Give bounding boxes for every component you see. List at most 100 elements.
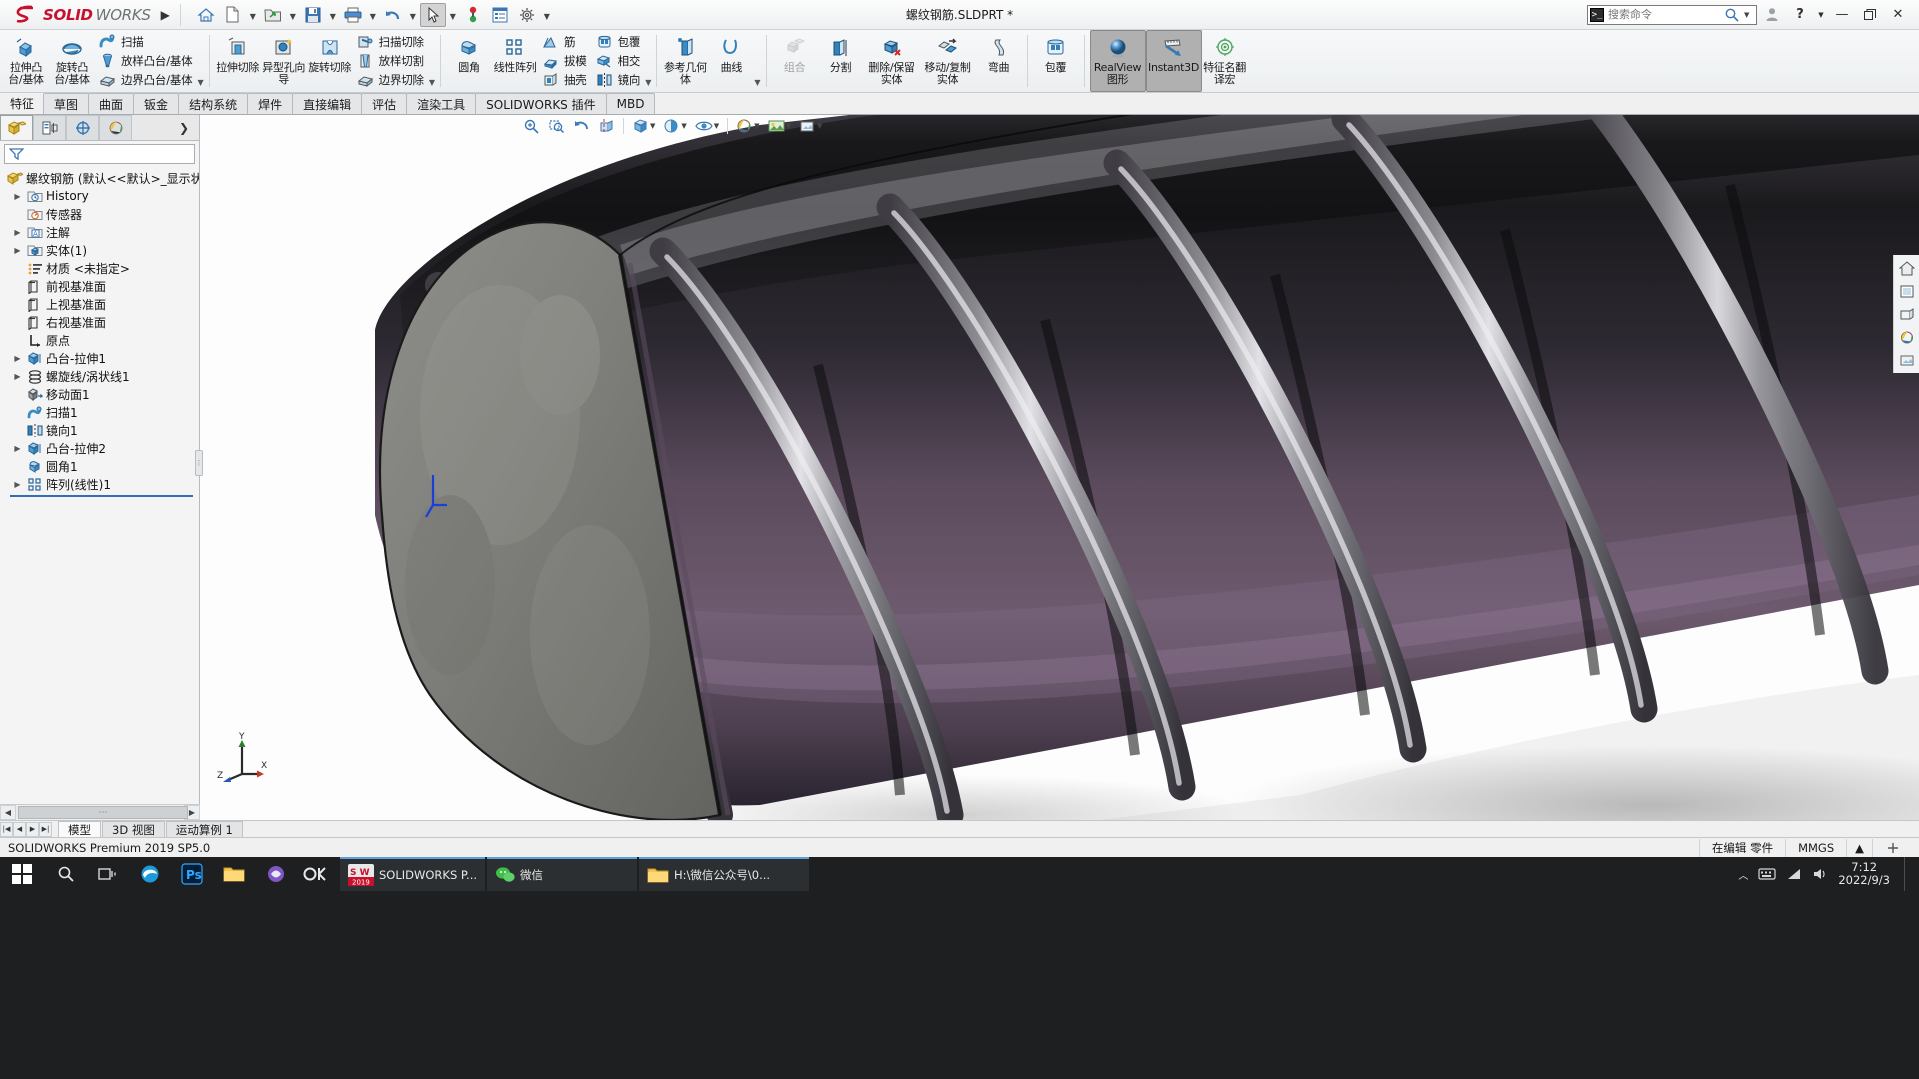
new-doc-icon[interactable] — [220, 3, 246, 27]
start-button[interactable] — [0, 857, 44, 891]
undo-icon[interactable] — [380, 3, 406, 27]
extrude-boss-button[interactable]: 拉伸凸台/基体 — [3, 30, 49, 92]
task-view-icon[interactable] — [88, 857, 128, 891]
combine-button[interactable]: 组合 — [772, 30, 818, 92]
revolve-cut-button[interactable]: 旋转切除 — [307, 30, 353, 92]
tree-item-annotations[interactable]: ▶ A 注解 — [4, 223, 199, 241]
expand-arrow-icon[interactable]: ▶ — [12, 228, 23, 237]
draft-button[interactable]: 拔模 — [538, 51, 592, 70]
tab-features[interactable]: 特征 — [0, 93, 44, 114]
explorer-icon[interactable] — [214, 857, 254, 891]
view-appearance-icon[interactable] — [1896, 326, 1918, 348]
home-icon[interactable] — [193, 3, 219, 27]
search-box[interactable]: >_ ▼ — [1587, 4, 1757, 25]
view-plane-icon[interactable] — [1896, 303, 1918, 325]
tab-mbd[interactable]: MBD — [605, 93, 656, 114]
minimize-button[interactable]: — — [1829, 4, 1855, 26]
print-icon[interactable] — [340, 3, 366, 27]
open-caret[interactable]: ▼ — [287, 3, 299, 27]
hole-wizard-button[interactable]: 异型孔向导 — [261, 30, 307, 92]
restore-button[interactable] — [1857, 4, 1883, 26]
hide-show-caret[interactable]: ▼ — [714, 122, 719, 130]
close-button[interactable]: ✕ — [1885, 4, 1911, 26]
configuration-manager-tab[interactable] — [66, 115, 99, 140]
tab-sheet-metal[interactable]: 钣金 — [133, 93, 180, 114]
tree-item-sensors[interactable]: 传感器 — [4, 205, 199, 223]
expand-arrow-icon[interactable]: ▶ — [12, 354, 23, 363]
bottom-tab-motion-study[interactable]: 运动算例 1 — [165, 821, 243, 837]
select-cursor-icon[interactable] — [419, 2, 446, 27]
feature-manager-tab[interactable] — [0, 115, 33, 140]
wechat-taskbar-item[interactable]: 微信 — [487, 857, 638, 891]
panel-expand-arrow[interactable]: ❯ — [179, 121, 199, 140]
rib-button[interactable]: 筋 — [538, 32, 592, 51]
explorer-taskbar-item[interactable]: H:\微信公众号\0... — [639, 857, 810, 891]
view-home-icon[interactable] — [1896, 257, 1918, 279]
view-orientation-caret[interactable]: ▼ — [650, 122, 655, 130]
graphics-viewport[interactable]: ▼ ▼ ▼ ▼ ▼ ▼ Y X Z — [200, 115, 1919, 820]
tree-item-extrude1[interactable]: ▶ 凸台-拉伸1 — [4, 349, 199, 367]
scroll-track[interactable]: ⋯ — [16, 806, 188, 819]
tab-evaluate[interactable]: 评估 — [361, 93, 408, 114]
display-style-icon[interactable]: ▼ — [660, 116, 689, 136]
move-copy-body-button[interactable]: 移动/复制实体 — [920, 30, 976, 92]
loft-cut-button[interactable]: 放样切割 — [353, 51, 429, 70]
solidworks-taskbar-item[interactable]: S W 2019 SOLIDWORKS P... — [340, 857, 486, 891]
mirror-button[interactable]: 镜向 — [592, 70, 646, 89]
expand-arrow-icon[interactable]: ▶ — [12, 246, 23, 255]
section-view-icon[interactable] — [595, 116, 618, 136]
save-icon[interactable] — [300, 3, 326, 27]
photoshop-icon[interactable]: Ps — [172, 857, 212, 891]
file-properties-icon[interactable] — [487, 3, 513, 27]
tab-weldments[interactable]: 焊件 — [247, 93, 294, 114]
print-caret[interactable]: ▼ — [367, 3, 379, 27]
loft-boss-button[interactable]: 放样凸台/基体 — [95, 51, 197, 70]
scroll-thumb[interactable]: ⋯ — [18, 806, 188, 819]
tree-item-top-plane[interactable]: 上视基准面 — [4, 295, 199, 313]
tabs-prev-button[interactable]: ◀ — [13, 821, 26, 837]
tab-render-tools[interactable]: 渲染工具 — [406, 93, 477, 114]
tree-item-history[interactable]: ▶ History — [4, 187, 199, 205]
open-folder-icon[interactable] — [260, 3, 286, 27]
bottom-tab-3dviews[interactable]: 3D 视图 — [102, 821, 165, 837]
zoom-to-area-icon[interactable] — [545, 116, 568, 136]
hide-show-items-icon[interactable]: ▼ — [692, 116, 722, 136]
help-caret[interactable]: ▼ — [1815, 4, 1827, 26]
edit-appearance-caret[interactable]: ▼ — [754, 122, 759, 130]
delete-keep-body-button[interactable]: 删除/保留实体 — [864, 30, 920, 92]
features-dropdown-caret[interactable]: ▼ — [645, 76, 651, 88]
reference-geometry-button[interactable]: 参考几何体 — [662, 30, 708, 92]
display-manager-tab[interactable] — [99, 115, 132, 140]
cut-dropdown-caret[interactable]: ▼ — [429, 76, 435, 88]
previous-view-icon[interactable] — [570, 116, 593, 136]
menu-expand-arrow[interactable]: ▶ — [159, 8, 176, 22]
shell-button[interactable]: 抽壳 — [538, 70, 592, 89]
panel-resize-handle[interactable]: ⋮ — [195, 450, 203, 476]
status-expand-icon[interactable] — [1872, 838, 1913, 857]
tree-item-material[interactable]: 材质 <未指定> — [4, 259, 199, 277]
curves-button[interactable]: 曲线 — [708, 30, 754, 92]
magnifier-icon[interactable] — [1724, 7, 1740, 23]
tabs-first-button[interactable]: |◀ — [0, 821, 13, 837]
boundary-cut-button[interactable]: 边界切除 — [353, 70, 429, 89]
tree-item-solid-bodies[interactable]: ▶ 实体(1) — [4, 241, 199, 259]
property-manager-tab[interactable] — [33, 115, 66, 140]
ok-app-icon[interactable] — [298, 857, 338, 891]
flex-button[interactable]: 弯曲 — [976, 30, 1022, 92]
tree-item-helix[interactable]: ▶ 螺旋线/涡状线1 — [4, 367, 199, 385]
help-icon[interactable]: ? — [1787, 4, 1813, 26]
realview-button[interactable]: RealView 图形 — [1089, 30, 1146, 92]
tab-surfaces[interactable]: 曲面 — [88, 93, 135, 114]
tree-item-sweep1[interactable]: 扫描1 — [4, 403, 199, 421]
bottom-tab-model[interactable]: 模型 — [58, 821, 101, 837]
show-desktop-button[interactable] — [1904, 857, 1911, 891]
taskbar-clock[interactable]: 7:12 2022/9/3 — [1838, 861, 1894, 887]
options-gear-icon[interactable] — [514, 3, 540, 27]
tree-item-extrude2[interactable]: ▶ 凸台-拉伸2 — [4, 439, 199, 457]
wrap-button[interactable]: 包覆 — [592, 32, 646, 51]
tree-item-right-plane[interactable]: 右视基准面 — [4, 313, 199, 331]
apply-scene-icon[interactable]: ▼ — [765, 116, 794, 136]
undo-caret[interactable]: ▼ — [407, 3, 419, 27]
split-button[interactable]: 分割 — [818, 30, 864, 92]
boss-dropdown-caret[interactable]: ▼ — [197, 76, 203, 88]
